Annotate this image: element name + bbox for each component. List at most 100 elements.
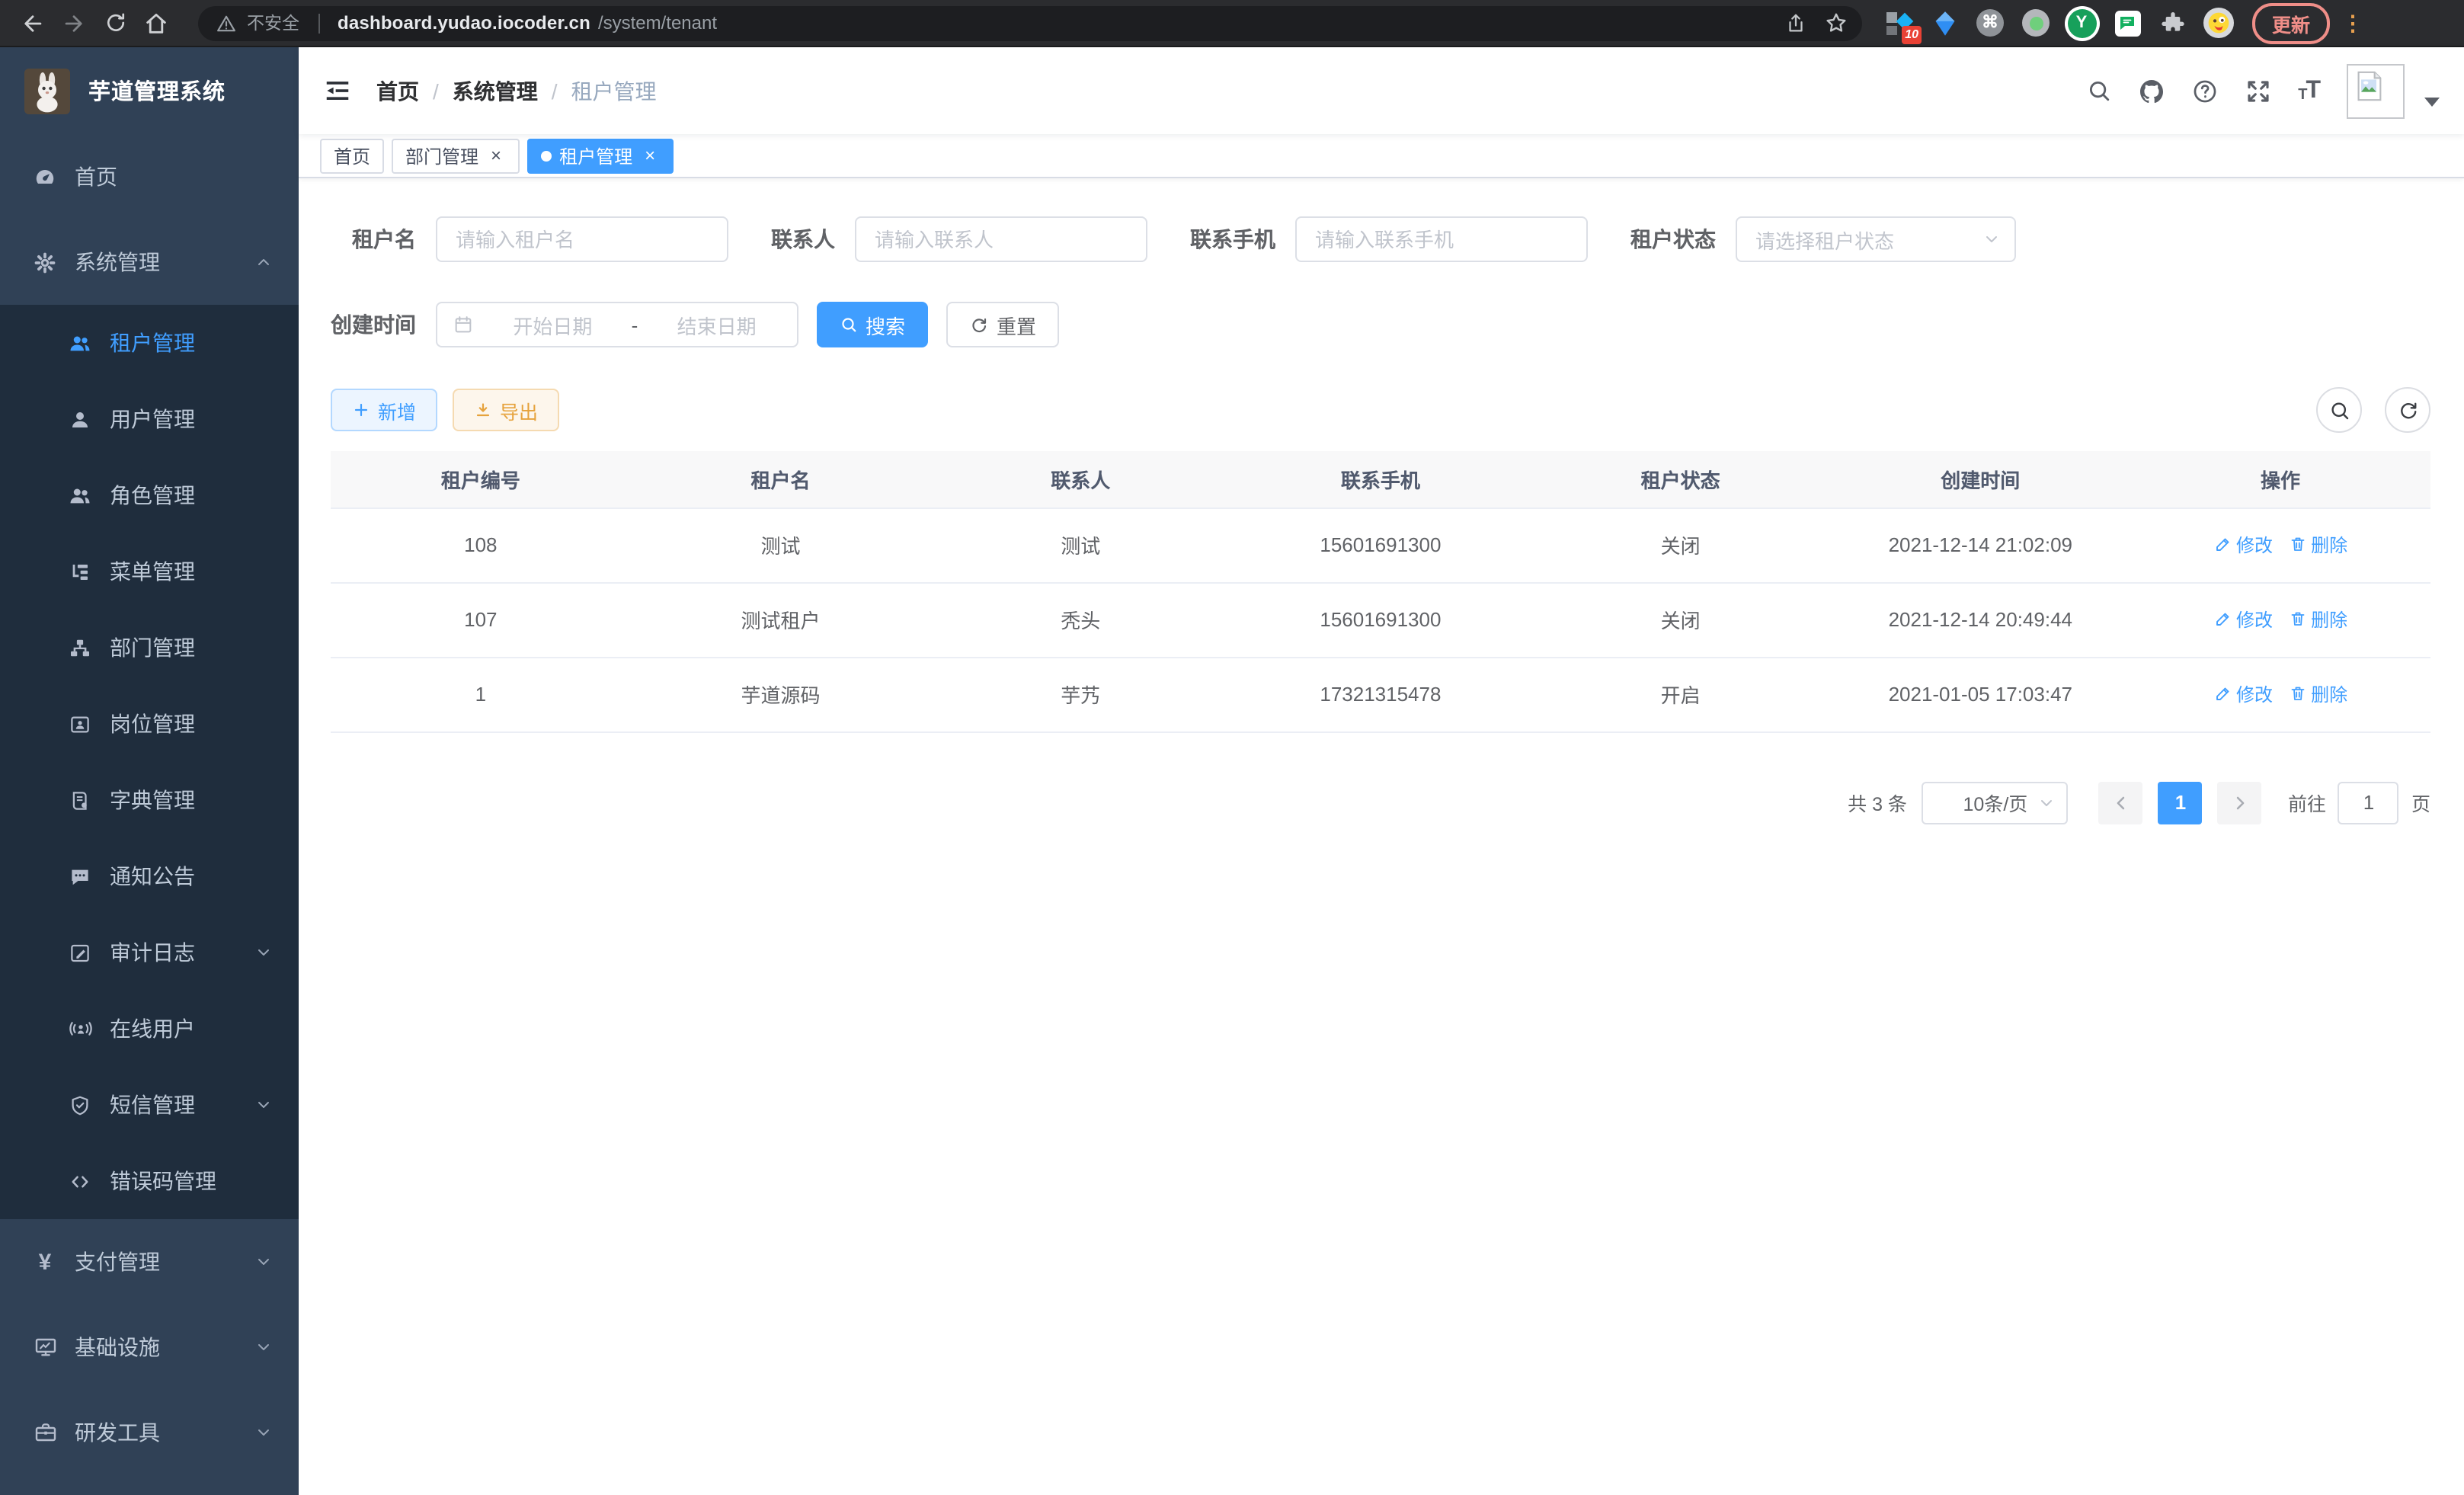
caret-down-icon[interactable]	[2424, 97, 2440, 106]
sidebar-item-审计日志[interactable]: 审计日志	[0, 914, 299, 991]
delete-link[interactable]: 删除	[2288, 607, 2347, 632]
pagination: 共 3 条 10条/页 1 前往 页	[331, 781, 2430, 824]
share-icon[interactable]	[1778, 6, 1812, 40]
sidebar-item-label: 岗位管理	[110, 709, 195, 739]
sidebar-item-用户管理[interactable]: 用户管理	[0, 381, 299, 457]
sidebar-item-首页[interactable]: 首页	[0, 134, 299, 219]
edit-link[interactable]: 修改	[2213, 532, 2273, 558]
edit-link[interactable]: 修改	[2213, 681, 2273, 707]
table-row: 107测试租户秃头15601691300关闭2021-12-14 20:49:4…	[331, 582, 2430, 657]
tenant-name-input[interactable]	[436, 216, 728, 262]
prev-page-button[interactable]	[2099, 781, 2143, 824]
cell-id: 107	[331, 582, 631, 657]
page-number-button[interactable]: 1	[2158, 781, 2203, 824]
toggle-search-button[interactable]	[2316, 387, 2362, 433]
tab-首页[interactable]: 首页	[320, 138, 384, 173]
sidebar-item-租户管理[interactable]: 租户管理	[0, 305, 299, 381]
command-extension-icon[interactable]: ⌘	[1975, 8, 2005, 38]
emoji-avatar-icon[interactable]	[2203, 8, 2234, 38]
sidebar-item-岗位管理[interactable]: 岗位管理	[0, 686, 299, 762]
recorder-extension-icon[interactable]	[2021, 8, 2051, 38]
refresh-table-button[interactable]	[2385, 387, 2430, 433]
browser-forward-icon[interactable]	[53, 2, 94, 43]
help-icon[interactable]	[2191, 77, 2219, 104]
create-time-range-input[interactable]: 开始日期 - 结束日期	[436, 302, 798, 347]
contact-mobile-input[interactable]	[1295, 216, 1588, 262]
tab-label: 部门管理	[405, 142, 478, 168]
menu-tree-icon	[67, 560, 93, 583]
select-placeholder: 请选择租户状态	[1755, 225, 1894, 254]
chat-extension-icon[interactable]	[2112, 8, 2142, 38]
browser-back-icon[interactable]	[12, 2, 53, 43]
goto-page-input[interactable]	[2338, 781, 2399, 824]
bookmark-star-icon[interactable]	[1819, 6, 1853, 40]
sidebar-item-通知公告[interactable]: 通知公告	[0, 838, 299, 914]
gem-extension-icon[interactable]	[1929, 8, 1960, 38]
page-size-select[interactable]: 10条/页	[1922, 781, 2069, 824]
sidebar-item-菜单管理[interactable]: 菜单管理	[0, 533, 299, 610]
sidebar-item-字典管理[interactable]: 字典管理	[0, 762, 299, 838]
fullscreen-icon[interactable]	[2245, 77, 2272, 104]
search-button[interactable]: 搜索	[817, 302, 928, 347]
delete-icon	[2288, 610, 2306, 629]
sidebar-item-角色管理[interactable]: 角色管理	[0, 457, 299, 533]
sidebar-item-研发工具[interactable]: 研发工具	[0, 1390, 299, 1475]
extensions-row: 10 ⌘ Y	[1883, 8, 2234, 38]
chevron-down-icon	[254, 943, 273, 962]
edit-link[interactable]: 修改	[2213, 607, 2273, 632]
column-header: 租户名	[631, 451, 931, 507]
page-content: 租户名联系人联系手机租户状态请选择租户状态 创建时间 开始日期 - 结束日期 搜…	[299, 178, 2464, 1495]
logo[interactable]: 芋道管理系统	[0, 47, 299, 134]
hamburger-fold-icon[interactable]	[323, 76, 352, 105]
browser-home-icon[interactable]	[136, 2, 177, 43]
github-icon[interactable]	[2138, 77, 2165, 104]
font-size-icon[interactable]: TT	[2298, 78, 2321, 103]
cell-id: 1	[331, 657, 631, 731]
delete-link[interactable]: 删除	[2288, 681, 2347, 707]
cell-actions: 修改删除	[2130, 582, 2430, 657]
sidebar-item-系统管理[interactable]: 系统管理	[0, 219, 299, 305]
add-button[interactable]: 新增	[331, 389, 437, 431]
pixel-extension-icon[interactable]: 10	[1883, 8, 1914, 38]
cell-contact: 秃头	[930, 582, 1230, 657]
create-time-label: 创建时间	[331, 309, 416, 340]
sidebar-item-短信管理[interactable]: 短信管理	[0, 1067, 299, 1143]
contact-name-label: 联系人	[771, 224, 835, 255]
delete-link[interactable]: 删除	[2288, 532, 2347, 558]
export-button[interactable]: 导出	[453, 389, 559, 431]
address-bar[interactable]: 不安全 dashboard.yudao.iocoder.cn/system/te…	[198, 5, 1862, 40]
sidebar-item-label: 研发工具	[75, 1417, 160, 1448]
browser-update-button[interactable]: 更新	[2252, 2, 2330, 43]
chevron-down-icon	[1982, 230, 2001, 248]
avatar[interactable]	[2347, 63, 2405, 118]
close-icon[interactable]: ×	[640, 146, 660, 165]
sidebar-item-在线用户[interactable]: 在线用户	[0, 991, 299, 1067]
tenants-icon	[67, 331, 93, 354]
sidebar-item-基础设施[interactable]: 基础设施	[0, 1305, 299, 1390]
y-extension-icon[interactable]: Y	[2066, 8, 2097, 38]
sidebar-item-支付管理[interactable]: ¥支付管理	[0, 1219, 299, 1305]
divider	[318, 13, 319, 33]
broken-image-icon	[2351, 68, 2386, 103]
reset-button[interactable]: 重置	[946, 302, 1059, 347]
page-unit-label: 页	[2411, 788, 2430, 817]
sidebar-item-错误码管理[interactable]: 错误码管理	[0, 1143, 299, 1219]
tab-部门管理[interactable]: 部门管理 ×	[392, 138, 520, 173]
cell-actions: 修改删除	[2130, 507, 2430, 582]
tab-租户管理[interactable]: 租户管理×	[527, 138, 674, 173]
sidebar-item-部门管理[interactable]: 部门管理	[0, 610, 299, 686]
next-page-button[interactable]	[2218, 781, 2262, 824]
close-icon[interactable]: ×	[486, 146, 506, 165]
tenant-status-select[interactable]: 请选择租户状态	[1736, 216, 2016, 262]
filter-row-1: 租户名联系人联系手机租户状态请选择租户状态	[331, 216, 2430, 262]
breadcrumb-item[interactable]: 系统管理	[453, 75, 538, 106]
browser-reload-icon[interactable]	[94, 2, 136, 43]
puzzle-extension-icon[interactable]	[2158, 8, 2188, 38]
browser-menu-icon[interactable]: ⋮	[2342, 10, 2363, 36]
sidebar-item-label: 通知公告	[110, 861, 195, 892]
breadcrumb-item[interactable]: 首页	[376, 75, 419, 106]
contact-name-input[interactable]	[855, 216, 1147, 262]
table-row: 108测试测试15601691300关闭2021-12-14 21:02:09修…	[331, 507, 2430, 582]
search-icon[interactable]	[2086, 78, 2112, 104]
sidebar: 芋道管理系统 首页系统管理租户管理用户管理角色管理菜单管理部门管理岗位管理字典管…	[0, 47, 299, 1495]
